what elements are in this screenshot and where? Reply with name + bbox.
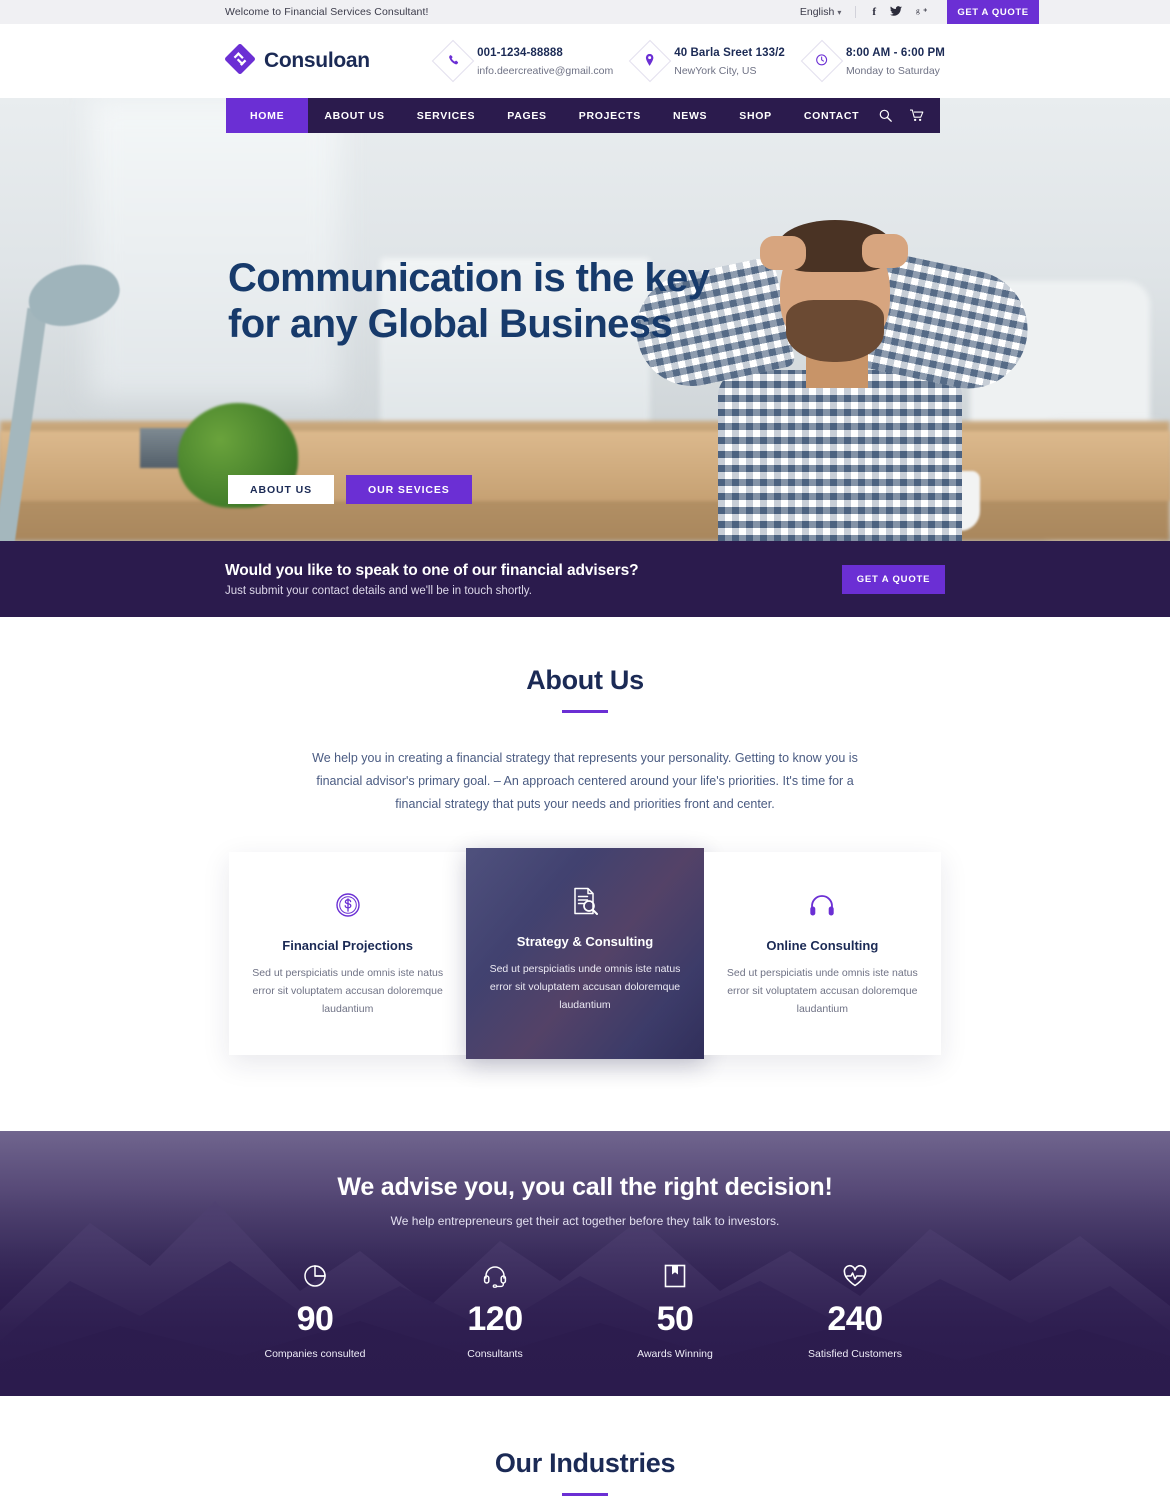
nav-item-about-us[interactable]: ABOUT US: [308, 98, 400, 133]
contact-address[interactable]: 40 Barla Sreet 133/2 NewYork City, US: [629, 39, 785, 83]
dollar-circle-icon: [251, 886, 444, 924]
contact-email-value: info.deercreative@gmail.com: [477, 65, 614, 77]
stats-section: We advise you, you call the right decisi…: [0, 1130, 1170, 1396]
service-card-text: Sed ut perspiciatis unde omnis iste natu…: [252, 967, 444, 1016]
about-paragraph: We help you in creating a financial stra…: [312, 751, 858, 812]
page-root: Welcome to Financial Services Consultant…: [0, 0, 1170, 1500]
search-icon[interactable]: [879, 109, 892, 122]
service-cards: Financial Projections Sed ut perspiciati…: [229, 852, 941, 1055]
service-card-text: Sed ut perspiciatis unde omnis iste natu…: [726, 967, 918, 1016]
hero-title-line2: for any Global Business: [228, 301, 673, 346]
site-header: Consuloan 001-1234-88888 info.deercreati…: [0, 24, 1170, 98]
service-card-title: Strategy & Consulting: [516, 934, 654, 950]
nav-item-news[interactable]: NEWS: [657, 98, 723, 133]
twitter-icon[interactable]: [890, 5, 902, 19]
headphones-icon: [726, 886, 919, 924]
hero-buttons: ABOUT US OUR SEVICES: [228, 475, 472, 504]
brand-logo[interactable]: Consuloan: [225, 43, 370, 79]
stats-title: We advise you, you call the right decisi…: [337, 1172, 833, 1201]
chevron-down-icon: ▾: [837, 7, 842, 17]
hero-title-line1: Communication is the key: [228, 256, 710, 300]
social-links: f g: [856, 5, 945, 19]
language-label: English: [799, 6, 835, 18]
industries-title: Our Industries: [494, 1447, 676, 1478]
stat-number: 240: [827, 1299, 883, 1338]
about-section: About Us We help you in creating a finan…: [0, 617, 1170, 1055]
section-divider: [562, 1492, 608, 1496]
clock-icon: [800, 39, 844, 83]
hero-banner: Communication is the key for any Global …: [0, 98, 1170, 541]
top-bar: Welcome to Financial Services Consultant…: [0, 0, 1170, 24]
contact-hours-value: 8:00 AM - 6:00 PM: [845, 47, 945, 59]
get-a-quote-button-topbar[interactable]: GET A QUOTE: [947, 0, 1039, 24]
location-pin-icon: [629, 39, 672, 83]
headset-icon: [405, 1263, 585, 1289]
hero-our-services-button[interactable]: OUR SEVICES: [346, 475, 472, 504]
nav-item-home[interactable]: HOME: [226, 98, 309, 133]
contact-address-city: NewYork City, US: [674, 65, 757, 77]
logo-mark-icon: [225, 43, 255, 79]
section-divider: [562, 710, 608, 713]
hero-about-us-button[interactable]: ABOUT US: [228, 475, 335, 504]
nav-item-contact[interactable]: CONTACT: [788, 98, 875, 133]
stat-label: Consultants: [467, 1347, 523, 1360]
industries-section: Our Industries Corporate Finance Excepte…: [0, 1395, 1170, 1500]
stat-number: 120: [467, 1299, 523, 1338]
contact-phone-value: 001-1234-88888: [477, 47, 563, 59]
stat-awards-winning: 50 Awards Winning: [585, 1263, 765, 1360]
contact-hours[interactable]: 8:00 AM - 6:00 PM Monday to Saturday: [800, 39, 945, 83]
brand-name: Consuloan: [264, 49, 370, 72]
language-selector[interactable]: English ▾: [800, 6, 855, 18]
service-card-text: Sed ut perspiciatis unde omnis iste natu…: [489, 963, 681, 1012]
contact-phone[interactable]: 001-1234-88888 info.deercreative@gmail.c…: [431, 39, 614, 83]
nav-item-services[interactable]: SERVICES: [401, 98, 492, 133]
stat-label: Satisfied Customers: [808, 1347, 902, 1360]
main-navigation: HOME ABOUT US SERVICES PAGES PROJECTS NE…: [226, 98, 940, 133]
bookmark-icon: [585, 1263, 765, 1289]
stat-label: Companies consulted: [264, 1347, 366, 1360]
service-card-strategy-consulting[interactable]: Strategy & Consulting Sed ut perspiciati…: [466, 848, 703, 1058]
phone-icon: [431, 39, 475, 83]
document-search-icon: [488, 882, 681, 920]
cta-text-block: Would you like to speak to one of our fi…: [225, 561, 639, 597]
stat-companies-consulted: 90 Companies consulted: [225, 1263, 405, 1360]
nav-item-projects[interactable]: PROJECTS: [563, 98, 657, 133]
facebook-icon[interactable]: f: [872, 6, 876, 18]
svg-text:g: g: [916, 6, 920, 15]
cart-icon[interactable]: [910, 109, 924, 122]
stat-label: Awards Winning: [637, 1347, 713, 1360]
header-contacts: 001-1234-88888 info.deercreative@gmail.c…: [431, 39, 945, 83]
stat-counters: 90 Companies consulted 120 Consultants 5…: [225, 1263, 945, 1360]
nav-item-shop[interactable]: SHOP: [723, 98, 788, 133]
service-card-title: Online Consulting: [766, 938, 879, 954]
service-card-financial-projections[interactable]: Financial Projections Sed ut perspiciati…: [229, 852, 467, 1055]
cta-title: Would you like to speak to one of our fi…: [225, 561, 639, 579]
stat-number: 50: [656, 1299, 694, 1338]
contact-days-value: Monday to Saturday: [845, 65, 940, 77]
service-card-online-consulting[interactable]: Online Consulting Sed ut perspiciatis un…: [703, 852, 941, 1055]
cta-band: Would you like to speak to one of our fi…: [0, 541, 1170, 617]
contact-address-street: 40 Barla Sreet 133/2: [674, 47, 785, 59]
cta-subtitle: Just submit your contact details and we'…: [225, 584, 532, 597]
heart-pulse-icon: [765, 1263, 945, 1289]
get-a-quote-button-cta[interactable]: GET A QUOTE: [842, 564, 945, 594]
pie-chart-icon: [225, 1263, 405, 1289]
stats-subtitle: We help entrepreneurs get their act toge…: [390, 1213, 780, 1228]
nav-item-pages[interactable]: PAGES: [491, 98, 562, 133]
hero-title: Communication is the key for any Global …: [228, 256, 710, 347]
welcome-message: Welcome to Financial Services Consultant…: [225, 6, 429, 18]
stat-consultants: 120 Consultants: [405, 1263, 585, 1360]
stat-satisfied-customers: 240 Satisfied Customers: [765, 1263, 945, 1360]
about-title: About Us: [526, 665, 644, 695]
google-plus-icon[interactable]: g: [916, 5, 929, 19]
stat-number: 90: [296, 1299, 334, 1338]
service-card-title: Financial Projections: [282, 938, 414, 954]
